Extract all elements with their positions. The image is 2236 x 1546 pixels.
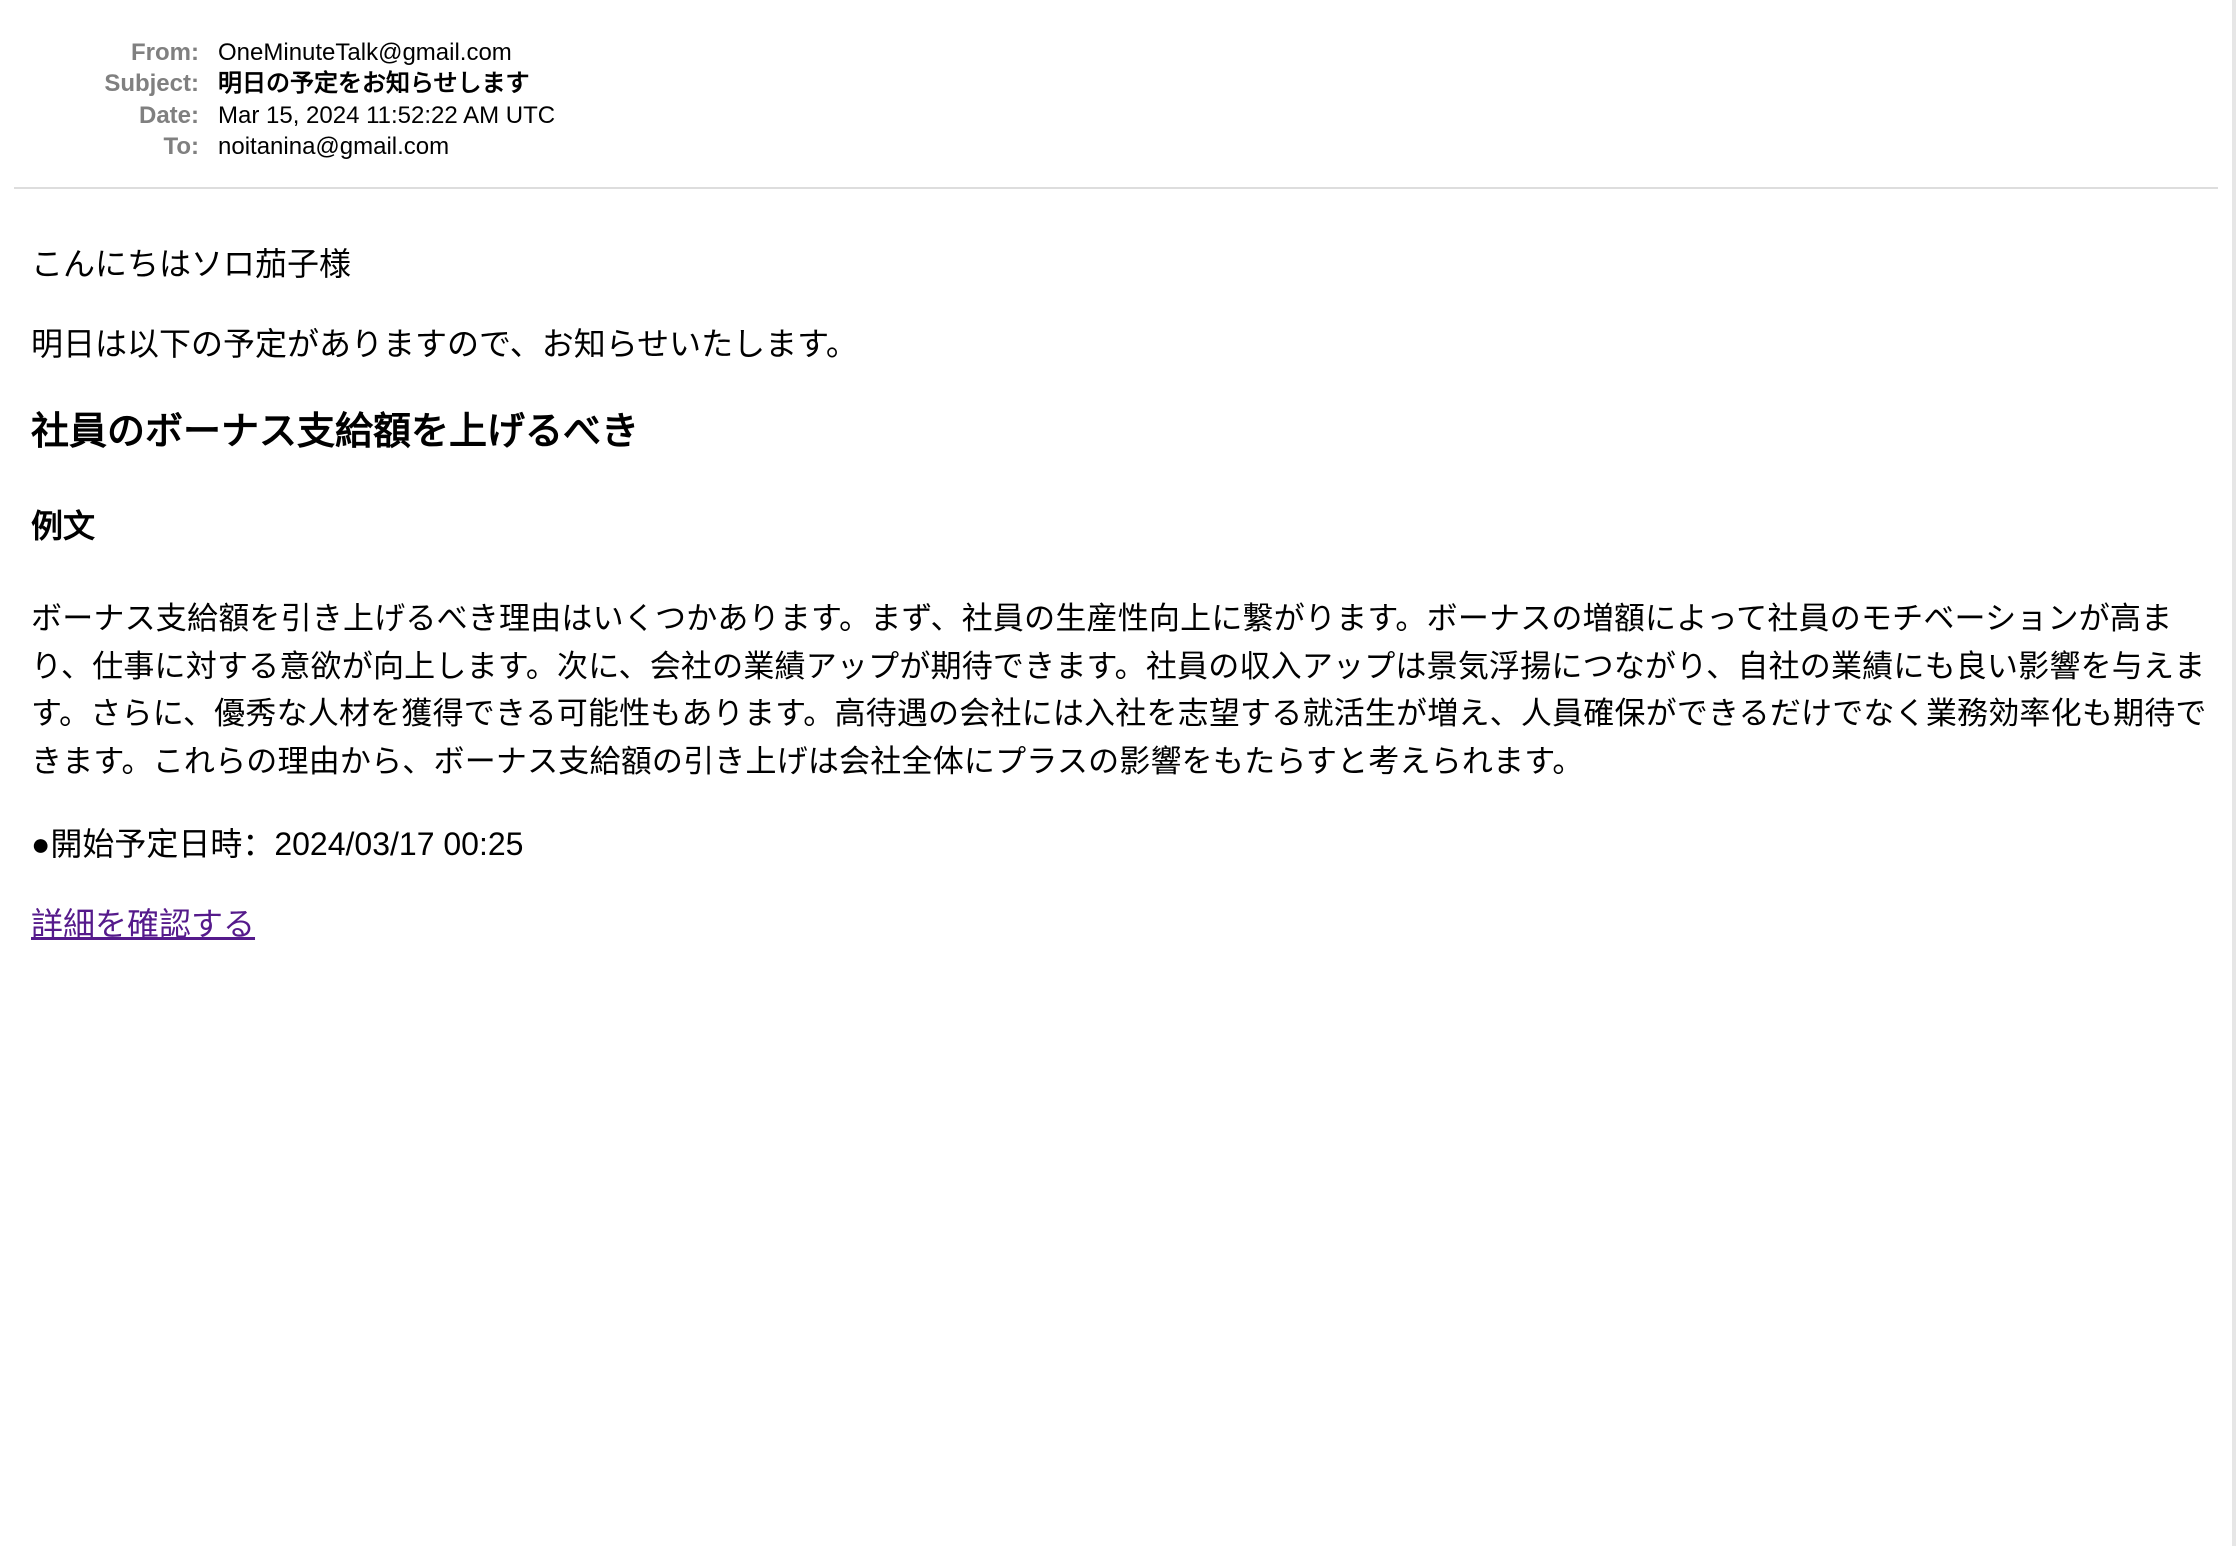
to-address: noitanina@gmail.com	[218, 133, 450, 160]
example-heading: 例文	[31, 508, 96, 544]
start-datetime: ●開始予定日時：2024/03/17 00:25	[31, 826, 524, 862]
to-label: To:	[163, 133, 199, 160]
from-label: From:	[131, 39, 199, 66]
example-paragraph: ボーナス支給額を引き上げるべき理由はいくつかあります。まず、社員の生産性向上に繋…	[31, 601, 2207, 779]
date-label: Date:	[138, 102, 199, 129]
from-address: OneMinuteTalk@gmail.com	[218, 39, 512, 66]
window-scroll-edge	[2232, 0, 2236, 1546]
date-text: Mar 15, 2024 11:52:22 AM UTC	[218, 102, 556, 129]
greeting-text: こんにちはソロ茄子様	[31, 246, 352, 282]
subject-label: Subject:	[104, 70, 199, 97]
email-header: From: OneMinuteTalk@gmail.com Subject: 明…	[14, 0, 2218, 189]
topic-title: 社員のボーナス支給額を上げるべき	[31, 411, 640, 453]
subject-text: 明日の予定をお知らせします	[218, 70, 530, 97]
intro-text: 明日は以下の予定がありますので、お知らせいたします。	[31, 326, 858, 362]
view-details-link[interactable]: 詳細を確認する	[31, 900, 255, 948]
